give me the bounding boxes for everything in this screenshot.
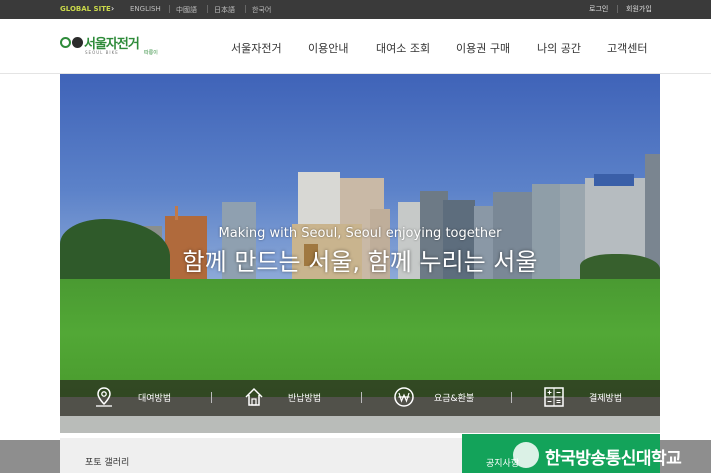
chevron-right-icon: › bbox=[111, 4, 115, 13]
global-topbar: GLOBAL SITE › ENGLISH 中國語 日本語 한국어 로그인 회원… bbox=[0, 0, 711, 19]
nav-item-my-space[interactable]: 나의 공간 bbox=[537, 40, 581, 56]
lang-english[interactable]: ENGLISH bbox=[130, 5, 161, 13]
university-emblem-icon bbox=[513, 442, 539, 468]
divider bbox=[207, 5, 208, 13]
divider bbox=[169, 5, 170, 13]
hero-subtitle: Making with Seoul, Seoul enjoying togeth… bbox=[218, 226, 502, 241]
quick-menu-fee-refund[interactable]: 요금&환불 bbox=[390, 380, 510, 416]
divider bbox=[245, 5, 246, 13]
lang-korean[interactable]: 한국어 bbox=[252, 5, 271, 15]
signup-link[interactable]: 회원가입 bbox=[626, 4, 652, 14]
quick-menu-label: 반납방법 bbox=[288, 394, 322, 404]
divider bbox=[617, 5, 618, 13]
home-icon bbox=[245, 387, 263, 406]
nav-item-customer-center[interactable]: 고객센터 bbox=[607, 40, 647, 56]
nav-item-station-search[interactable]: 대여소 조회 bbox=[376, 40, 430, 56]
photo-gallery-title[interactable]: 포토 갤러리 bbox=[85, 455, 129, 468]
global-site-link[interactable]: GLOBAL SITE bbox=[60, 5, 111, 13]
hero-banner: Making with Seoul, Seoul enjoying togeth… bbox=[60, 74, 660, 433]
site-logo[interactable]: 서울자전거 SEOUL BIKE 따릉이 bbox=[60, 35, 164, 61]
quick-menu-label: 결제방법 bbox=[589, 394, 623, 404]
logo-wheel-icon bbox=[60, 37, 71, 48]
nav-item-ticket-purchase[interactable]: 이용권 구매 bbox=[456, 40, 510, 56]
location-pin-icon bbox=[96, 387, 112, 407]
calculator-icon bbox=[544, 387, 564, 407]
quick-menu-return[interactable]: 반납방법 bbox=[240, 380, 350, 416]
login-link[interactable]: 로그인 bbox=[589, 4, 608, 14]
hero-title: 함께 만드는 서울, 함께 누리는 서울 bbox=[182, 248, 538, 276]
quick-menu-label: 요금&환불 bbox=[434, 394, 475, 404]
divider bbox=[361, 392, 362, 403]
logo-tag: 따릉이 bbox=[144, 50, 158, 56]
nav-item-guide[interactable]: 이용안내 bbox=[308, 40, 348, 56]
logo-wheel-icon bbox=[72, 37, 83, 48]
university-watermark: 한국방송통신대학교 bbox=[513, 440, 711, 470]
lang-chinese[interactable]: 中國語 bbox=[176, 5, 197, 15]
quick-menu-label: 대여방법 bbox=[138, 394, 172, 404]
quick-menu-payment[interactable]: 결제방법 bbox=[540, 380, 650, 416]
lang-japanese[interactable]: 日本語 bbox=[214, 5, 235, 15]
divider bbox=[511, 392, 512, 403]
logo-sub: SEOUL BIKE bbox=[85, 50, 119, 55]
quick-menu-bar: 대여방법 반납방법 요금&환불 결제방법 bbox=[60, 380, 660, 416]
site-header: 서울자전거 SEOUL BIKE 따릉이 서울자전거 이용안내 대여소 조회 이… bbox=[0, 19, 711, 74]
won-icon bbox=[394, 387, 414, 407]
watermark-text: 한국방송통신대학교 bbox=[545, 449, 682, 469]
divider bbox=[211, 392, 212, 403]
nav-item-seoul-bike[interactable]: 서울자전거 bbox=[231, 40, 282, 56]
quick-menu-rental[interactable]: 대여방법 bbox=[90, 380, 200, 416]
